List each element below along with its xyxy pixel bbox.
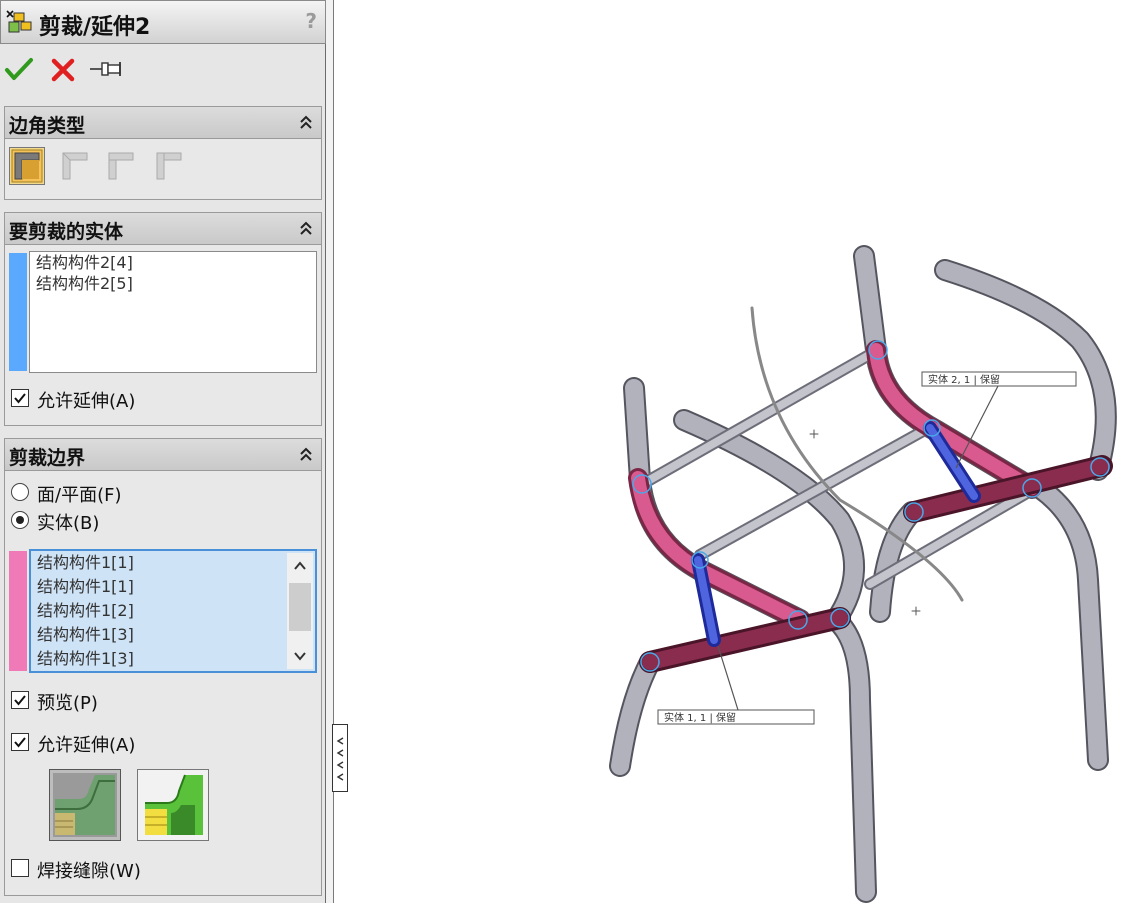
- list-item[interactable]: 结构构件2[4]: [30, 252, 316, 273]
- list-item[interactable]: 结构构件1[2]: [31, 599, 285, 623]
- weld-gap-label: 焊接缝隙(W): [37, 861, 141, 882]
- section-title-trim-boundary: 剪裁边界: [9, 447, 86, 469]
- corner-end-butt1-button[interactable]: [103, 147, 139, 185]
- section-header[interactable]: 剪裁边界: [5, 439, 321, 471]
- checkmark-icon: [14, 695, 26, 706]
- face-plane-radio[interactable]: [11, 483, 29, 501]
- allow-extension-boundary-label: 允许延伸(A): [37, 735, 136, 756]
- selection-color-stripe: [9, 253, 27, 371]
- action-bar: [0, 52, 326, 88]
- list-item[interactable]: 结构构件2[5]: [30, 273, 316, 294]
- section-header[interactable]: 边角类型: [5, 107, 321, 139]
- checkmark-icon: [14, 393, 26, 404]
- pushpin-icon[interactable]: [88, 52, 124, 86]
- ok-check-icon[interactable]: [4, 52, 34, 86]
- section-bodies-to-trim: 要剪裁的实体 结构构件2[4] 结构构件2[5] 允许延伸(A): [4, 212, 322, 426]
- preview-label: 预览(P): [37, 693, 98, 714]
- trim-boundary-list[interactable]: 结构构件1[1] 结构构件1[1] 结构构件1[2] 结构构件1[3] 结构构件…: [29, 549, 317, 673]
- body-label: 实体(B): [37, 513, 100, 534]
- selection-color-stripe: [9, 551, 27, 671]
- callout-lower-text: 实体 1, 1 | 保留: [664, 711, 736, 724]
- trim-coped-option-button[interactable]: [49, 769, 121, 841]
- callout-lower[interactable]: 实体 1, 1 | 保留: [657, 709, 815, 725]
- section-trim-boundary: 剪裁边界 面/平面(F) 实体(B) 结构构件1[1] 结构构件1[1] 结构构…: [4, 438, 322, 896]
- trim-simple-option-button[interactable]: [137, 769, 209, 841]
- face-plane-label: 面/平面(F): [37, 485, 122, 506]
- callout-upper[interactable]: 实体 2, 1 | 保留: [921, 371, 1077, 387]
- trim-extend-icon: [6, 10, 32, 33]
- list-item[interactable]: 结构构件1[1]: [31, 551, 285, 575]
- corner-end-trim-button[interactable]: [9, 147, 45, 185]
- allow-extension-boundary-checkbox[interactable]: [11, 733, 29, 751]
- panel-title: 剪裁/延伸2: [39, 15, 151, 40]
- allow-extension-checkbox[interactable]: [11, 389, 29, 407]
- scroll-down-icon[interactable]: [287, 643, 313, 669]
- bodies-to-trim-list[interactable]: 结构构件2[4] 结构构件2[5]: [29, 251, 317, 373]
- checkmark-icon: [14, 737, 26, 748]
- chair-frame-model[interactable]: [609, 245, 1117, 903]
- double-chevron-up-icon[interactable]: [299, 220, 313, 236]
- cancel-x-icon[interactable]: [48, 52, 78, 86]
- list-item[interactable]: 结构构件1[3]: [31, 623, 285, 647]
- help-icon[interactable]: ?: [305, 9, 317, 33]
- allow-extension-label: 允许延伸(A): [37, 391, 136, 412]
- list-item[interactable]: 结构构件1[1]: [31, 575, 285, 599]
- double-chevron-up-icon[interactable]: [299, 446, 313, 462]
- callout-leader: [717, 645, 739, 711]
- list-scrollbar[interactable]: [287, 553, 313, 669]
- panel-titlebar: 剪裁/延伸2 ?: [0, 0, 326, 44]
- section-title-corner-type: 边角类型: [9, 115, 86, 137]
- corner-end-butt2-button[interactable]: [151, 147, 187, 185]
- section-header[interactable]: 要剪裁的实体: [5, 213, 321, 245]
- scroll-thumb[interactable]: [289, 583, 311, 631]
- list-item[interactable]: 结构构件1[3]: [31, 647, 285, 671]
- property-manager-panel: 剪裁/延伸2 ? 边角类型 要剪裁的实体 结构构件2[4] 结构构件2[5] 允…: [0, 0, 326, 903]
- body-radio[interactable]: [11, 511, 29, 529]
- graphics-viewport[interactable]: 实体 2, 1 | 保留 实体 1, 1 | 保留: [336, 0, 1133, 903]
- preview-checkbox[interactable]: [11, 691, 29, 709]
- corner-miter-button[interactable]: [57, 147, 93, 185]
- callout-upper-text: 实体 2, 1 | 保留: [928, 373, 1000, 386]
- weld-gap-checkbox[interactable]: [11, 859, 29, 877]
- section-title-bodies-to-trim: 要剪裁的实体: [9, 221, 124, 243]
- double-chevron-up-icon[interactable]: [299, 114, 313, 130]
- scroll-up-icon[interactable]: [287, 553, 313, 579]
- section-corner-type: 边角类型: [4, 106, 322, 200]
